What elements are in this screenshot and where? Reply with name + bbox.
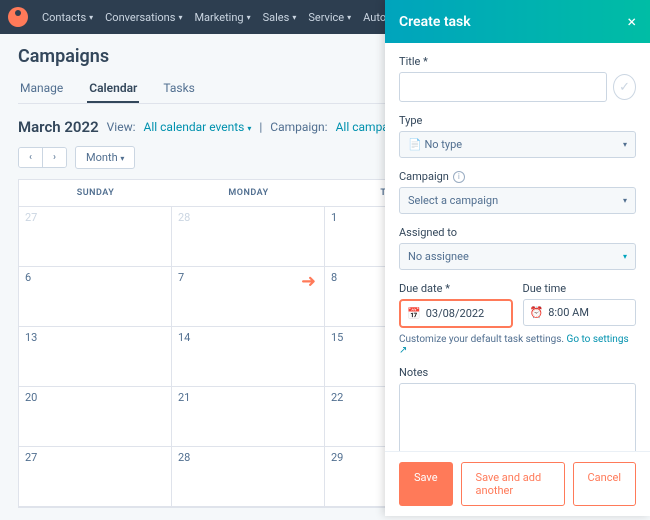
prev-month-button[interactable]: ‹: [19, 148, 43, 167]
due-time-input[interactable]: ⏰8:00 AM: [523, 299, 637, 326]
drawer-title: Create task: [399, 14, 471, 30]
close-icon[interactable]: ×: [627, 12, 636, 31]
notes-label: Notes: [399, 366, 636, 379]
title-input[interactable]: [399, 72, 607, 102]
view-mode-button[interactable]: Month ▾: [75, 146, 135, 169]
title-field-label: Title *: [399, 55, 636, 68]
calendar-cell[interactable]: 27: [19, 447, 172, 507]
calendar-cell[interactable]: 28: [172, 447, 325, 507]
calendar-cell[interactable]: 20: [19, 387, 172, 447]
drawer-header: Create task ×: [385, 0, 650, 43]
drawer-footer: Save Save and add another Cancel: [385, 451, 650, 516]
pointer-arrow-icon: ➜: [301, 271, 316, 292]
calendar-cell[interactable]: 6: [19, 267, 172, 327]
due-time-label: Due time: [523, 282, 637, 295]
settings-help: Customize your default task settings. Go…: [399, 334, 636, 356]
next-month-button[interactable]: ›: [43, 148, 66, 167]
save-add-another-button[interactable]: Save and add another: [461, 462, 565, 506]
day-header: SUNDAY: [19, 180, 172, 207]
campaign-select[interactable]: Select a campaign▾: [399, 187, 636, 214]
assigned-field-label: Assigned to: [399, 226, 636, 239]
calendar-icon: 📅: [407, 307, 421, 320]
view-filter[interactable]: All calendar events ▾: [144, 120, 252, 134]
calendar-cell[interactable]: 13: [19, 327, 172, 387]
tab-manage[interactable]: Manage: [18, 75, 65, 103]
month-nav: ‹ ›: [18, 147, 67, 168]
nav-marketing[interactable]: Marketing ▾: [188, 7, 256, 28]
hubspot-logo-icon[interactable]: [8, 7, 28, 27]
assigned-select[interactable]: No assignee▾: [399, 243, 636, 270]
view-label: View:: [107, 120, 136, 134]
nav-conversations[interactable]: Conversations ▾: [99, 7, 188, 28]
nav-sales[interactable]: Sales ▾: [257, 7, 303, 28]
day-header: MONDAY: [172, 180, 325, 207]
clock-icon: ⏰: [530, 306, 544, 319]
tab-calendar[interactable]: Calendar: [87, 75, 139, 103]
month-label: March 2022: [18, 118, 99, 136]
info-icon[interactable]: i: [453, 171, 465, 183]
create-task-drawer: Create task × Title * ✓ Type 📄 No type▾ …: [385, 0, 650, 516]
calendar-cell[interactable]: 28: [172, 207, 325, 267]
type-field-label: Type: [399, 114, 636, 127]
campaign-field-label: Campaign i: [399, 170, 636, 183]
due-date-label: Due date *: [399, 282, 513, 295]
tab-tasks[interactable]: Tasks: [161, 75, 197, 103]
calendar-cell[interactable]: 27: [19, 207, 172, 267]
check-icon[interactable]: ✓: [613, 74, 636, 100]
nav-contacts[interactable]: Contacts ▾: [36, 7, 99, 28]
campaign-label: Campaign:: [270, 120, 327, 134]
type-select[interactable]: 📄 No type▾: [399, 131, 636, 158]
notes-textarea[interactable]: [399, 383, 636, 451]
calendar-cell[interactable]: 14: [172, 327, 325, 387]
save-button[interactable]: Save: [399, 462, 453, 506]
cancel-button[interactable]: Cancel: [573, 462, 636, 506]
nav-service[interactable]: Service ▾: [302, 7, 357, 28]
calendar-cell[interactable]: 21: [172, 387, 325, 447]
due-date-input[interactable]: 📅03/08/2022: [399, 299, 513, 328]
